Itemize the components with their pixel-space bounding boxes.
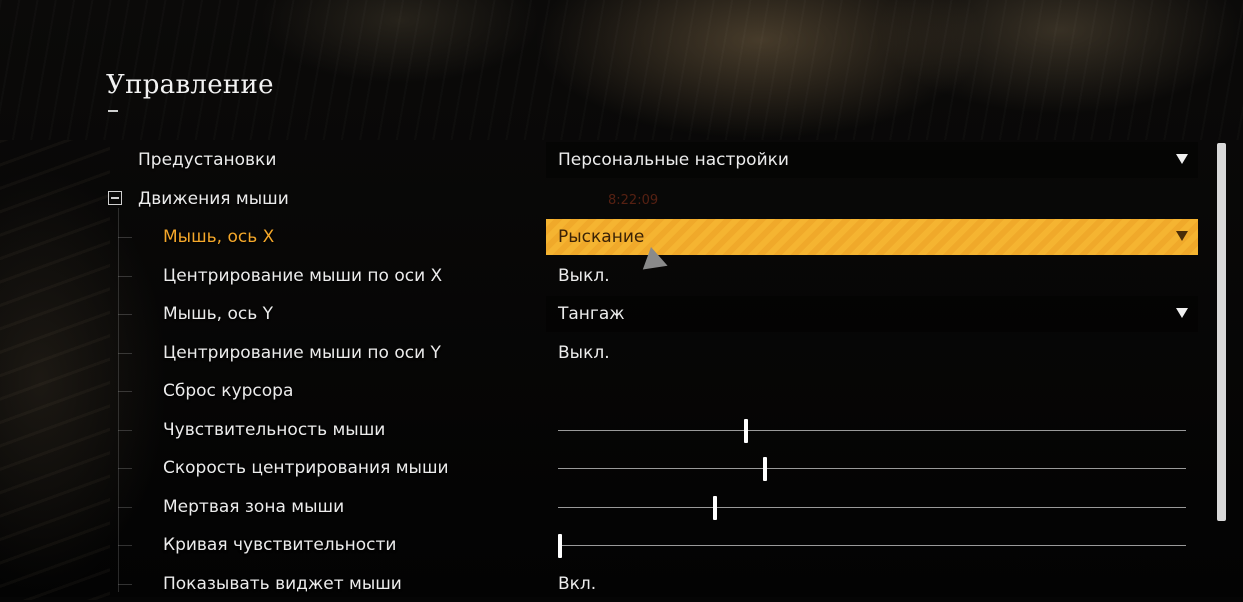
mouse-deadzone-label: Мертвая зона мыши — [163, 497, 345, 517]
background-structure-left — [0, 140, 110, 600]
center-mouse-x-label: Центрирование мыши по оси X — [163, 266, 443, 286]
tree-tick — [118, 468, 132, 469]
centering-speed-label: Скорость центрирования мыши — [163, 458, 449, 478]
tree-tick — [118, 507, 132, 508]
sensitivity-curve-slider[interactable] — [546, 527, 1198, 563]
row-mouse-deadzone: Мертвая зона мыши — [104, 489, 1199, 525]
row-cursor-reset[interactable]: Сброс курсора — [104, 373, 1199, 409]
slider-track[interactable] — [558, 545, 1186, 546]
row-presets: Предустановки Персональные настройки — [104, 142, 1199, 178]
slider-thumb[interactable] — [713, 496, 717, 520]
mouse-x-axis-value: Рыскание — [558, 227, 645, 247]
row-sensitivity-curve: Кривая чувствительности — [104, 527, 1199, 563]
row-mouse-movement-group[interactable]: Движения мыши — [104, 181, 1199, 217]
row-mouse-sensitivity: Чувствительность мыши — [104, 412, 1199, 448]
tree-tick — [118, 314, 132, 315]
triangle-down-icon — [1176, 308, 1188, 318]
slider-track[interactable] — [558, 507, 1186, 508]
tree-tick — [118, 430, 132, 431]
title-underline — [108, 110, 118, 112]
mouse-movement-group-label: Движения мыши — [138, 189, 289, 209]
mouse-y-axis-label: Мышь, ось Y — [163, 304, 274, 324]
mouse-x-axis-label: Мышь, ось X — [163, 227, 275, 247]
mouse-x-axis-dropdown[interactable]: Рыскание — [546, 219, 1198, 255]
slider-thumb[interactable] — [558, 534, 562, 558]
center-mouse-y-label: Центрирование мыши по оси Y — [163, 343, 441, 363]
center-mouse-x-value: Выкл. — [558, 266, 610, 286]
mouse-sensitivity-label: Чувствительность мыши — [163, 420, 386, 440]
center-mouse-y-value: Выкл. — [558, 343, 610, 363]
row-centering-speed: Скорость центрирования мыши — [104, 450, 1199, 486]
mouse-deadzone-slider[interactable] — [546, 489, 1198, 525]
row-center-mouse-y: Центрирование мыши по оси Y Выкл. — [104, 335, 1199, 371]
sensitivity-curve-label: Кривая чувствительности — [163, 535, 397, 555]
center-mouse-y-toggle[interactable]: Выкл. — [546, 335, 1198, 371]
triangle-down-icon — [1176, 231, 1188, 241]
tree-tick — [118, 584, 132, 585]
mouse-y-axis-dropdown[interactable]: Тангаж — [546, 296, 1198, 332]
slider-track[interactable] — [558, 468, 1186, 469]
presets-dropdown[interactable]: Персональные настройки — [546, 142, 1198, 178]
cursor-reset-label: Сброс курсора — [163, 381, 294, 401]
slider-thumb[interactable] — [744, 419, 749, 443]
tree-tick — [118, 545, 132, 546]
triangle-down-icon — [1176, 154, 1188, 164]
tree-tick — [118, 276, 132, 277]
presets-value: Персональные настройки — [558, 150, 789, 170]
scrollbar-thumb[interactable] — [1217, 143, 1226, 521]
tree-tick — [118, 353, 132, 354]
slider-track[interactable] — [558, 430, 1186, 431]
mouse-sensitivity-slider[interactable] — [546, 412, 1198, 448]
tree-tick — [118, 391, 132, 392]
collapse-minus-icon[interactable] — [108, 191, 122, 205]
page-title: Управление — [106, 70, 274, 100]
mouse-y-axis-value: Тангаж — [558, 304, 625, 324]
presets-label: Предустановки — [138, 150, 277, 170]
row-mouse-y-axis: Мышь, ось Y Тангаж — [104, 296, 1199, 332]
show-mouse-widget-label: Показывать виджет мыши — [163, 574, 402, 594]
show-mouse-widget-value: Вкл. — [558, 574, 597, 594]
tree-tick — [118, 237, 132, 238]
centering-speed-slider[interactable] — [546, 450, 1198, 486]
slider-thumb[interactable] — [763, 457, 768, 481]
